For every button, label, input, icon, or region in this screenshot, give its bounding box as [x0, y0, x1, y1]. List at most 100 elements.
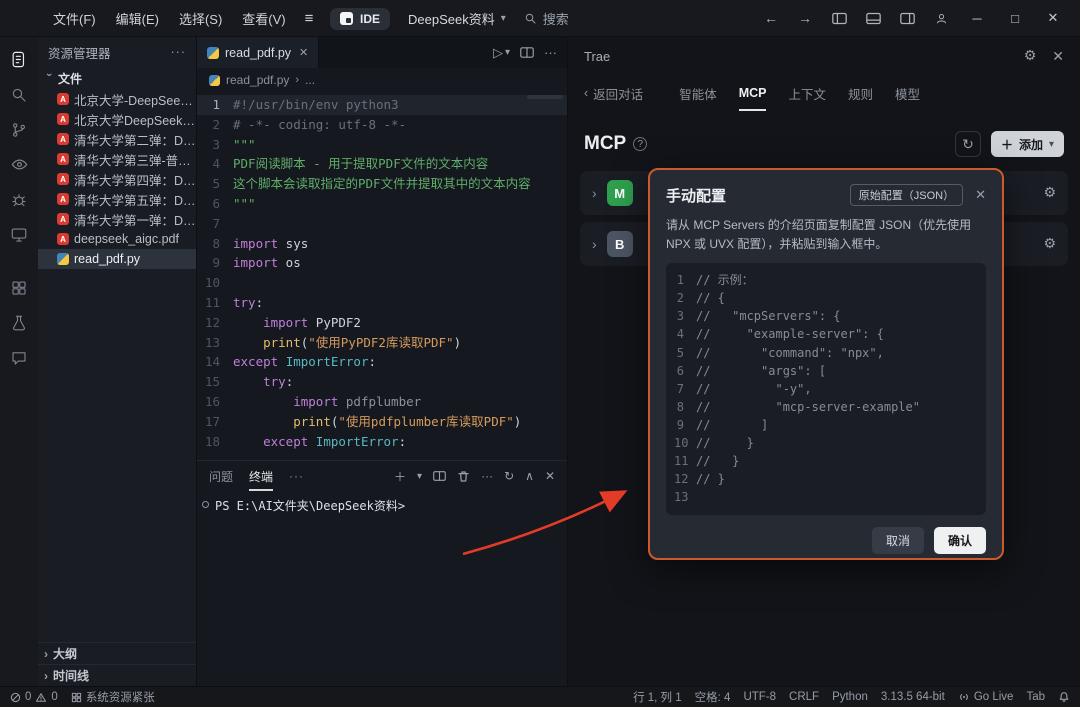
- maximize-panel-icon[interactable]: ∧: [525, 469, 534, 483]
- gear-icon[interactable]: ⚙: [1043, 185, 1056, 201]
- code-line[interactable]: 10: [197, 273, 567, 293]
- cursor-position[interactable]: 行 1, 列 1: [633, 689, 682, 705]
- account-icon[interactable]: [926, 5, 956, 31]
- activitybar-debug[interactable]: [2, 183, 36, 216]
- code-editor[interactable]: 1#!/usr/bin/env python32# -*- coding: ut…: [197, 92, 567, 460]
- more-actions-icon[interactable]: ···: [544, 45, 557, 60]
- menu-item[interactable]: 选择(S): [170, 5, 231, 32]
- python-runtime[interactable]: 3.13.5 64-bit: [881, 691, 945, 703]
- more-tabs-icon[interactable]: ···: [289, 469, 304, 483]
- close-panel-icon[interactable]: ✕: [1052, 48, 1064, 65]
- config-json-input[interactable]: 1// 示例：2// {3// "mcpServers": {4// "exam…: [666, 263, 986, 515]
- activitybar-test[interactable]: [2, 306, 36, 339]
- nav-back-icon[interactable]: ←: [756, 5, 786, 31]
- run-button[interactable]: ▷▾: [493, 45, 510, 61]
- code-line[interactable]: 12 import PyPDF2: [197, 313, 567, 333]
- code-line[interactable]: 11try:: [197, 293, 567, 313]
- back-to-chat-button[interactable]: ‹ 返回对话: [584, 84, 643, 103]
- file-item[interactable]: deepseek_aigc.pdf: [38, 229, 196, 249]
- trae-tab[interactable]: 智能体: [679, 75, 717, 111]
- toggle-sidebar-icon[interactable]: [824, 5, 854, 31]
- file-item[interactable]: 清华大学第四弹：De...: [38, 169, 196, 189]
- terminal[interactable]: PS E:\AI文件夹\DeepSeek资料>: [197, 491, 567, 514]
- cancel-button[interactable]: 取消: [872, 527, 924, 554]
- code-line[interactable]: 1#!/usr/bin/env python3: [197, 95, 567, 115]
- raw-config-json-button[interactable]: 原始配置（JSON）: [850, 184, 963, 206]
- language-mode[interactable]: Python: [832, 691, 868, 703]
- bell-icon[interactable]: [1058, 691, 1070, 703]
- minimize-button[interactable]: ─: [960, 5, 994, 31]
- more-actions-icon[interactable]: ···: [481, 469, 493, 483]
- add-mcp-button[interactable]: ＋ 添加 ▾: [991, 131, 1064, 157]
- code-line[interactable]: 15 try:: [197, 372, 567, 392]
- activitybar-preview[interactable]: [2, 148, 36, 181]
- tab-terminal[interactable]: 终端: [249, 461, 273, 491]
- code-line[interactable]: 5这个脚本会读取指定的PDF文件并提取其中的文本内容: [197, 174, 567, 194]
- close-button[interactable]: ✕: [1036, 5, 1070, 31]
- tab-setting[interactable]: Tab: [1026, 691, 1045, 703]
- menu-item[interactable]: 编辑(E): [107, 5, 168, 32]
- file-item[interactable]: 清华大学第三弹-普通...: [38, 149, 196, 169]
- file-item[interactable]: 北京大学-DeepSeek...: [38, 89, 196, 109]
- menu-item[interactable]: 文件(F): [44, 5, 105, 32]
- code-line[interactable]: 8import sys: [197, 234, 567, 254]
- gear-icon[interactable]: ⚙: [1024, 48, 1037, 64]
- files-section-header[interactable]: › 文件: [38, 67, 196, 89]
- hamburger-menu-icon[interactable]: ≡: [295, 6, 324, 31]
- file-item[interactable]: 北京大学DeepSeek系...: [38, 109, 196, 129]
- code-line[interactable]: 2# -*- coding: utf-8 -*-: [197, 115, 567, 135]
- activitybar-remote[interactable]: [2, 218, 36, 251]
- trash-icon[interactable]: [457, 470, 470, 483]
- tab-read-pdf-py[interactable]: read_pdf.py ✕: [197, 37, 319, 68]
- activitybar-feedback[interactable]: [2, 341, 36, 374]
- go-live[interactable]: Go Live: [958, 691, 1014, 703]
- activitybar-extensions[interactable]: [2, 271, 36, 304]
- file-item[interactable]: 清华大学第一弹：De...: [38, 209, 196, 229]
- trae-tab[interactable]: 规则: [848, 75, 873, 111]
- trae-tab[interactable]: 上下文: [788, 75, 826, 111]
- breadcrumb[interactable]: read_pdf.py › ...: [197, 68, 567, 92]
- activitybar-source-control[interactable]: [2, 113, 36, 146]
- close-tab-icon[interactable]: ✕: [299, 46, 308, 59]
- refresh-icon[interactable]: ↻: [504, 469, 514, 483]
- code-line[interactable]: 9import os: [197, 253, 567, 273]
- project-switcher[interactable]: DeepSeek资料 ▾: [408, 9, 506, 28]
- ide-badge[interactable]: IDE: [330, 8, 390, 30]
- code-line[interactable]: 18 except ImportError:: [197, 432, 567, 452]
- resource-warning[interactable]: 系统资源紧张: [71, 689, 155, 705]
- nav-forward-icon[interactable]: →: [790, 5, 820, 31]
- code-line[interactable]: 13 print("使用PyPDF2库读取PDF"): [197, 333, 567, 353]
- more-actions-icon[interactable]: ···: [171, 45, 187, 59]
- activitybar-explorer[interactable]: [2, 43, 36, 76]
- outline-section[interactable]: › 大纲: [38, 642, 196, 664]
- gear-icon[interactable]: ⚙: [1043, 236, 1056, 252]
- encoding[interactable]: UTF-8: [743, 691, 776, 703]
- help-icon[interactable]: ?: [633, 137, 647, 151]
- activitybar-search[interactable]: [2, 78, 36, 111]
- maximize-button[interactable]: □: [998, 5, 1032, 31]
- code-line[interactable]: 16 import pdfplumber: [197, 392, 567, 412]
- split-terminal-icon[interactable]: [433, 470, 446, 482]
- refresh-button[interactable]: ↻: [955, 131, 981, 157]
- toggle-panel-icon[interactable]: [858, 5, 888, 31]
- split-editor-icon[interactable]: [520, 46, 534, 59]
- trae-tab[interactable]: 模型: [895, 75, 920, 111]
- confirm-button[interactable]: 确认: [934, 527, 986, 554]
- trae-tab[interactable]: MCP: [739, 75, 767, 111]
- code-line[interactable]: 17 print("使用pdfplumber库读取PDF"): [197, 412, 567, 432]
- file-item[interactable]: 清华大学第二弹：De...: [38, 129, 196, 149]
- close-panel-icon[interactable]: ✕: [545, 469, 555, 483]
- new-terminal-icon[interactable]: ＋: [394, 468, 406, 485]
- code-line[interactable]: 7: [197, 214, 567, 234]
- file-item[interactable]: read_pdf.py: [38, 249, 196, 269]
- indent-setting[interactable]: 空格: 4: [695, 689, 731, 705]
- file-item[interactable]: 清华大学第五弹：De...: [38, 189, 196, 209]
- eol-setting[interactable]: CRLF: [789, 691, 819, 703]
- close-modal-icon[interactable]: ✕: [975, 187, 986, 203]
- timeline-section[interactable]: › 时间线: [38, 664, 196, 686]
- scrollbar-thumb[interactable]: [527, 95, 563, 99]
- code-line[interactable]: 4PDF阅读脚本 - 用于提取PDF文件的文本内容: [197, 154, 567, 174]
- code-line[interactable]: 6""": [197, 194, 567, 214]
- chevron-down-icon[interactable]: ▾: [417, 471, 422, 482]
- tab-problems[interactable]: 问题: [209, 461, 233, 491]
